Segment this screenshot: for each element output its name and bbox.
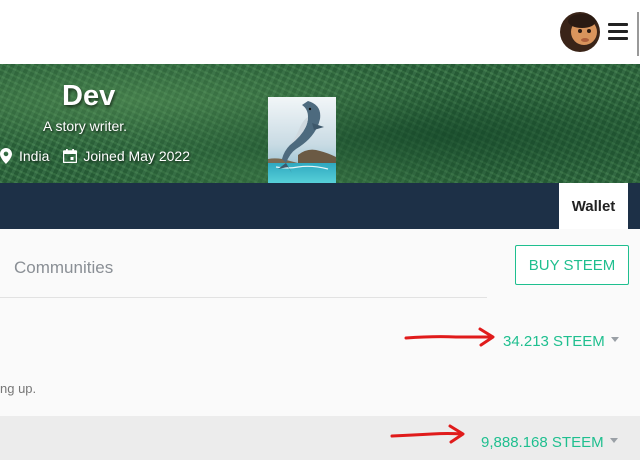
row-description: ng up.	[0, 381, 37, 396]
red-arrow-annotation	[390, 424, 465, 444]
caret-down-icon	[610, 336, 619, 342]
calendar-icon	[63, 149, 78, 163]
hamburger-menu-icon[interactable]	[606, 20, 630, 44]
wallet-row-steem: 34.213 STEEM ng up.	[0, 299, 640, 416]
profile-about: A story writer.	[43, 118, 128, 134]
user-avatar[interactable]	[560, 12, 600, 52]
menu-line	[608, 37, 628, 40]
steem-balance-value: 34.213 STEEM	[503, 333, 605, 350]
tab-communities[interactable]: Communities	[14, 258, 113, 278]
steem-balance-dropdown[interactable]: 34.213 STEEM	[503, 333, 619, 350]
profile-location: India	[19, 148, 50, 164]
top-header	[0, 0, 640, 64]
profile-name: Dev	[62, 80, 116, 112]
buy-steem-button[interactable]: BUY STEEM	[515, 245, 629, 285]
profile-joined: Joined May 2022	[83, 148, 190, 164]
profile-nav: Wallet	[0, 183, 640, 229]
wallet-row-steem-power: 9,888.168 STEEM	[0, 416, 640, 460]
caret-down-icon	[609, 437, 618, 443]
location-pin-icon	[0, 148, 12, 164]
dolphin-image	[268, 97, 336, 183]
edge-divider	[637, 12, 639, 56]
wallet-tab-row: Communities	[0, 229, 487, 298]
steem-power-balance-dropdown[interactable]: 9,888.168 STEEM	[481, 434, 618, 451]
profile-meta: India Joined May 2022	[0, 148, 190, 164]
wallet-content: Communities BUY STEEM 34.213 STEEM ng up…	[0, 229, 640, 460]
menu-line	[608, 30, 628, 33]
steem-power-balance-value: 9,888.168 STEEM	[481, 434, 604, 451]
menu-line	[608, 23, 628, 26]
red-arrow-annotation	[404, 327, 495, 347]
tab-wallet[interactable]: Wallet	[559, 183, 628, 229]
profile-cover: Dev A story writer. India Joined May 202…	[0, 64, 640, 183]
avatar-image	[560, 12, 600, 52]
